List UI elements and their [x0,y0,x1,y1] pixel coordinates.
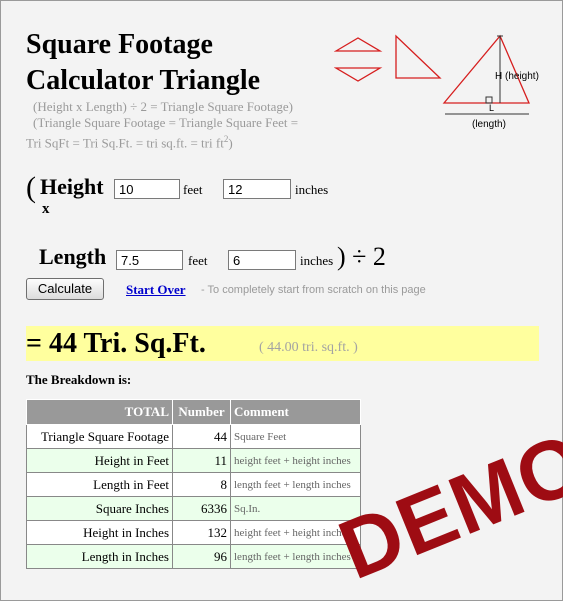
demo-watermark: DEMO [326,414,563,598]
height-inches-unit: inches [295,182,329,197]
formula-line-2: (Triangle Square Footage = Triangle Squa… [33,115,299,130]
paren-open: ( [26,171,36,204]
table-header-row: TOTAL Number Comment [26,399,361,425]
start-over-note: - To completely start from scratch on th… [201,284,426,296]
formula-line-3: Tri SqFt = Tri Sq.Ft. = tri sq.ft. = tri… [26,134,233,151]
row-number: 132 [172,520,231,545]
triangle-down-icon [334,67,383,82]
title-line-2: Calculator Triangle [26,65,261,96]
result-main: = 44 Tri. Sq.Ft. [26,328,206,359]
divide-by-two: ) ÷ 2 [337,242,386,271]
length-inches-input[interactable] [228,250,296,270]
triangle-right-icon [395,34,442,79]
table-row: Length in Inches 96 length feet + length… [26,544,361,569]
height-diagram-label: H (height) [495,71,539,82]
length-feet-unit: feet [188,253,208,268]
row-total: Length in Feet [26,472,173,497]
start-over-link[interactable]: Start Over [126,282,186,298]
row-total: Height in Feet [26,448,173,473]
header-total: TOTAL [26,399,173,425]
length-label: Length [39,244,107,269]
page-title: Square Footage Calculator Triangle [26,27,260,99]
height-inches-input[interactable] [223,179,291,199]
calculate-button[interactable]: Calculate [26,278,104,300]
formula-line-1: (Height x Length) ÷ 2 = Triangle Square … [33,99,293,114]
header-number: Number [172,399,231,425]
result-secondary: ( 44.00 tri. sq.ft. ) [259,340,358,355]
row-total: Triangle Square Footage [26,424,173,449]
length-inches-unit: inches [300,253,334,268]
header-comment: Comment [230,399,361,425]
row-total: Height in Inches [26,520,173,545]
height-label: Height [40,174,104,199]
breakdown-heading: The Breakdown is: [26,372,132,387]
triangle-large-icon [442,34,530,104]
length-diagram-label: (length) [472,119,506,130]
page-frame: Square Footage Calculator Triangle (Heig… [1,1,563,600]
table-row: Triangle Square Footage 44 Square Feet [26,424,361,449]
breakdown-table: TOTAL Number Comment Triangle Square Foo… [26,399,361,569]
row-number: 6336 [172,496,231,521]
triangle-diagram: H (height) L (length) [334,34,539,130]
row-comment: height feet + height inches [230,448,361,473]
triangle-up-icon [334,37,383,52]
row-comment: Square Feet [230,424,361,449]
title-line-1: Square Footage [26,29,213,60]
length-feet-input[interactable] [116,250,183,270]
table-row: Height in Inches 132 height feet + heigh… [26,520,361,545]
row-comment: length feet + length inches [230,472,361,497]
times-mark: x [42,201,50,217]
row-number: 8 [172,472,231,497]
row-number: 44 [172,424,231,449]
table-row: Length in Feet 8 length feet + length in… [26,472,361,497]
result-banner: = 44 Tri. Sq.Ft. ( 44.00 tri. sq.ft. ) [26,326,539,361]
length-mark-label: L [489,103,494,113]
height-feet-unit: feet [183,182,203,197]
formula-text: (Height x Length) ÷ 2 = Triangle Square … [26,99,298,151]
row-total: Length in Inches [26,544,173,569]
row-number: 96 [172,544,231,569]
table-row: Square Inches 6336 Sq.In. [26,496,361,521]
table-row: Height in Feet 11 height feet + height i… [26,448,361,473]
height-feet-input[interactable] [114,179,180,199]
row-number: 11 [172,448,231,473]
row-total: Square Inches [26,496,173,521]
